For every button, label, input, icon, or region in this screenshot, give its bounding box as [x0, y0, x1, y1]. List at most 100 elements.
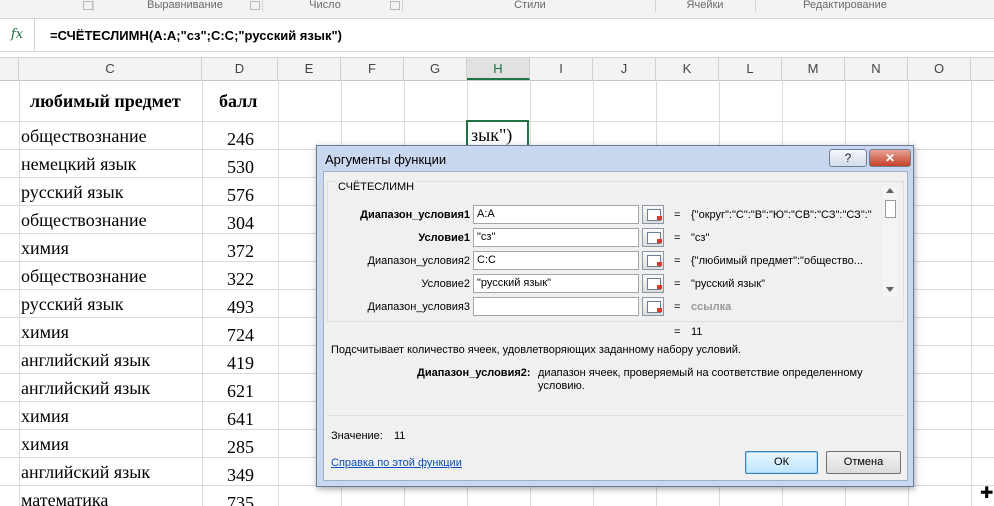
ribbon-separator [755, 0, 756, 12]
range-select-icon [647, 232, 662, 244]
column-header[interactable]: M [782, 58, 845, 80]
cell-score[interactable]: 493 [227, 297, 254, 318]
range-select-button[interactable] [642, 274, 664, 293]
column-header[interactable]: O [908, 58, 971, 80]
cell-score[interactable]: 621 [227, 381, 254, 402]
cell-subject[interactable]: английский язык [21, 378, 150, 399]
grid-line [202, 80, 203, 506]
dialog-launcher-icon[interactable] [250, 1, 260, 10]
cell-subject[interactable]: русский язык [21, 182, 123, 203]
fx-icon[interactable]: fx [0, 19, 35, 51]
help-button[interactable]: ? [829, 149, 867, 167]
range-select-icon [647, 301, 662, 313]
column-header[interactable]: N [845, 58, 908, 80]
equals-sign: = [674, 278, 681, 290]
range-select-icon [647, 209, 662, 221]
cell-score[interactable]: 372 [227, 241, 254, 262]
active-cell-text: зык") [471, 125, 513, 145]
cell-score[interactable]: 576 [227, 185, 254, 206]
formula-input[interactable]: =СЧЁТЕСЛИМН(A:A;"сз";C:C;"русский язык") [50, 19, 342, 51]
arg-input-criteria2[interactable]: "русский язык" [473, 274, 639, 293]
range-select-button[interactable] [642, 251, 664, 270]
column-header[interactable]: D [202, 58, 278, 80]
column-header[interactable]: F [341, 58, 404, 80]
cell-score[interactable]: 322 [227, 269, 254, 290]
arg-help-text: условию. [538, 380, 585, 392]
range-select-button[interactable] [642, 297, 664, 316]
column-header[interactable]: E [278, 58, 341, 80]
arguments-scrollbar[interactable] [883, 186, 898, 296]
scroll-down-arrow-icon[interactable] [886, 287, 894, 292]
cell-subject[interactable]: обществознание [21, 266, 147, 287]
cell-subject[interactable]: обществознание [21, 126, 147, 147]
ok-button[interactable]: ОК [745, 451, 818, 474]
cell-header-subject[interactable]: любимый предмет [30, 91, 181, 112]
arg-label-criteria2: Условие2 [421, 278, 470, 290]
column-header[interactable]: J [593, 58, 656, 80]
cell-subject[interactable]: английский язык [21, 462, 150, 483]
cell-header-score[interactable]: балл [219, 91, 257, 112]
cell-score[interactable]: 246 [227, 129, 254, 150]
cell-score[interactable]: 419 [227, 353, 254, 374]
scroll-thumb[interactable] [885, 200, 896, 218]
function-description: Подсчитывает количество ячеек, удовлетво… [331, 344, 741, 356]
cell-score[interactable]: 735 [227, 493, 254, 506]
cell-score[interactable]: 724 [227, 325, 254, 346]
ribbon-separator [262, 0, 263, 12]
arg-label-criteria-range2: Диапазон_условия2 [367, 255, 471, 267]
column-header[interactable]: L [719, 58, 782, 80]
dialog-launcher-icon[interactable] [390, 1, 400, 10]
ribbon-group-number: Число [309, 0, 341, 11]
arg-result: "сз" [691, 232, 710, 244]
range-select-button[interactable] [642, 205, 664, 224]
cell-score[interactable]: 304 [227, 213, 254, 234]
arg-result-placeholder: ссылка [691, 301, 732, 313]
cell-score[interactable]: 530 [227, 157, 254, 178]
column-header-row: C D E F G H I J K L M N O [0, 57, 994, 81]
ribbon-separator [402, 0, 403, 12]
help-link[interactable]: Справка по этой функции [331, 457, 462, 469]
arg-input-criteria-range3[interactable] [473, 297, 639, 316]
arg-result: "русский язык" [691, 278, 766, 290]
range-select-icon [647, 278, 662, 290]
column-header[interactable]: I [530, 58, 593, 80]
ribbon-group-alignment: Выравнивание [147, 0, 223, 11]
cell-subject[interactable]: химия [21, 406, 69, 427]
arg-label-criteria-range1: Диапазон_условия1 [360, 209, 470, 221]
ribbon-separator [93, 0, 94, 12]
column-header[interactable]: G [404, 58, 467, 80]
cancel-button[interactable]: Отмена [826, 451, 901, 474]
range-select-icon [647, 255, 662, 267]
cell-subject[interactable]: русский язык [21, 294, 123, 315]
ribbon-group-editing: Редактирование [803, 0, 887, 11]
scroll-up-arrow-icon[interactable] [886, 188, 894, 193]
cell-subject[interactable]: химия [21, 434, 69, 455]
dialog-launcher-icon[interactable] [83, 1, 93, 10]
cell-subject[interactable]: немецкий язык [21, 154, 136, 175]
arg-input-criteria-range2[interactable]: C:C [473, 251, 639, 270]
cell-score[interactable]: 285 [227, 437, 254, 458]
cell-subject[interactable]: химия [21, 238, 69, 259]
column-header[interactable]: K [656, 58, 719, 80]
arg-result: {"любимый предмет":"общество... [691, 255, 863, 267]
range-select-button[interactable] [642, 228, 664, 247]
cell-score[interactable]: 641 [227, 409, 254, 430]
close-button[interactable]: ✕ [869, 149, 911, 167]
select-all-corner[interactable] [0, 58, 19, 80]
value-result: 11 [394, 430, 406, 442]
cell-subject[interactable]: математика [21, 490, 108, 506]
arg-label-criteria-range3: Диапазон_условия3 [367, 301, 471, 313]
function-arguments-dialog[interactable]: Аргументы функции ? ✕ СЧЁТЕСЛИМН Диапазо… [316, 145, 914, 487]
arg-input-criteria-range1[interactable]: A:A [473, 205, 639, 224]
column-header[interactable]: C [19, 58, 202, 80]
dialog-title: Аргументы функции [325, 152, 447, 167]
arg-input-criteria1[interactable]: "сз" [473, 228, 639, 247]
cell-subject[interactable]: английский язык [21, 350, 150, 371]
arg-help-text: диапазон ячеек, проверяемый на соответст… [538, 367, 863, 379]
formula-bar: fx =СЧЁТЕСЛИМН(A:A;"сз";C:C;"русский язы… [0, 19, 994, 52]
cell-subject[interactable]: обществознание [21, 210, 147, 231]
cell-score[interactable]: 349 [227, 465, 254, 486]
grid-line [971, 80, 972, 506]
column-header-selected[interactable]: H [467, 58, 530, 80]
cell-subject[interactable]: химия [21, 322, 69, 343]
